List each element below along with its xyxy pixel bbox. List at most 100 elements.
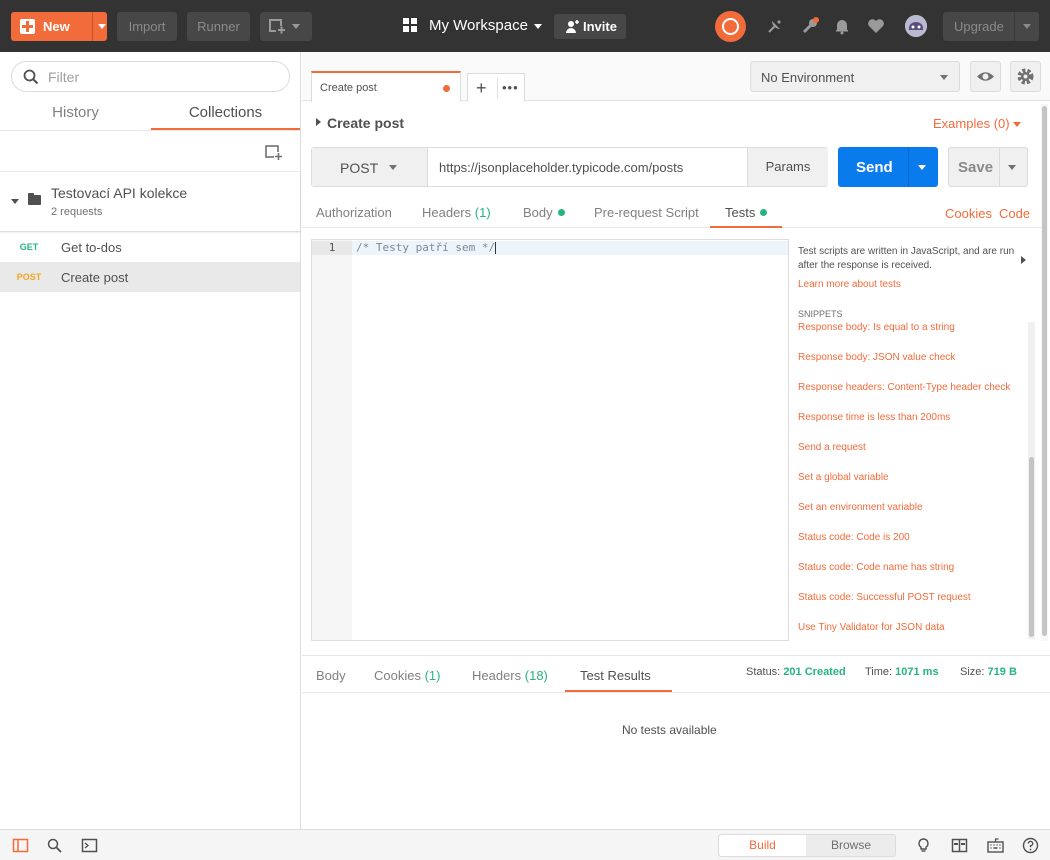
snippet-link[interactable]: Set a global variable	[798, 472, 889, 483]
filter-input[interactable]	[48, 68, 278, 86]
response-bar: Body Cookies (1) Headers (18) Test Resul…	[302, 655, 1050, 693]
status-value: 201 Created	[783, 666, 846, 678]
new-tab-icon[interactable]: +	[476, 79, 487, 97]
snippets-scrollbar[interactable]	[1028, 322, 1035, 639]
satellite-icon[interactable]	[766, 17, 784, 35]
divider	[497, 78, 498, 99]
snippet-link[interactable]: Use Tiny Validator for JSON data	[798, 622, 945, 633]
size-label: Size:	[960, 666, 985, 678]
request-item-create-post[interactable]: POST Create post	[0, 262, 300, 292]
main-scrollbar[interactable]	[1041, 104, 1048, 641]
tab-authorization[interactable]: Authorization	[316, 205, 392, 220]
tab-history[interactable]: History	[0, 104, 151, 130]
bootcamp-lightbulb-icon[interactable]	[915, 837, 932, 854]
snippet-link[interactable]: Status code: Code name has string	[798, 562, 954, 573]
tab-tests[interactable]: Tests	[725, 205, 768, 220]
tab-response-cookies[interactable]: Cookies (1)	[374, 668, 440, 683]
environment-select[interactable]: No Environment	[750, 61, 960, 92]
code-link[interactable]: Code	[999, 206, 1030, 221]
save-label: Save	[958, 159, 994, 176]
tests-description: Test scripts are written in JavaScript, …	[798, 246, 1015, 271]
tab-response-headers[interactable]: Headers (18)	[472, 668, 548, 683]
browse-mode-button[interactable]: Browse	[807, 835, 895, 856]
filter-field[interactable]	[11, 61, 290, 92]
send-button[interactable]: Send	[838, 147, 938, 187]
more-options-icon[interactable]: •••	[502, 80, 519, 95]
collection-item[interactable]: Testovací API kolekce 2 requests	[0, 172, 300, 232]
code-line[interactable]: /* Testy patří sem */	[352, 241, 788, 255]
scrollbar-thumb[interactable]	[1042, 106, 1047, 636]
time-value: 1071 ms	[895, 666, 939, 678]
runner-button[interactable]: Runner	[187, 12, 250, 41]
chevron-down-icon	[940, 75, 948, 80]
size-value: 719 B	[987, 666, 1017, 678]
send-divider	[908, 147, 909, 187]
manage-environments-button[interactable]	[1010, 61, 1041, 92]
tab-test-results[interactable]: Test Results	[580, 668, 651, 683]
add-user-icon	[566, 20, 579, 33]
sidebar: History Collections Testovací API kolekc…	[0, 52, 301, 829]
chevron-down-icon	[389, 165, 397, 170]
snippet-link[interactable]: Response body: JSON value check	[798, 352, 955, 363]
upgrade-button[interactable]: Upgrade	[943, 12, 1039, 41]
find-icon[interactable]	[46, 837, 63, 854]
invite-button[interactable]: Invite	[554, 14, 626, 39]
new-collection-icon[interactable]	[265, 143, 283, 160]
snippet-link[interactable]: Response body: Is equal to a string	[798, 322, 955, 333]
settings-wrench-icon[interactable]	[801, 17, 819, 35]
workspace-grid-icon[interactable]	[403, 18, 418, 33]
snippet-link[interactable]: Response time is less than 200ms	[798, 412, 950, 423]
tab-response-body[interactable]: Body	[316, 668, 346, 683]
request-name: Create post	[61, 270, 129, 285]
environment-quick-look-button[interactable]	[970, 61, 1001, 92]
toggle-sidebar-icon[interactable]	[12, 837, 29, 854]
examples-dropdown[interactable]: Examples (0)	[933, 116, 1021, 131]
workspace-switcher[interactable]: My Workspace	[429, 17, 528, 34]
two-pane-view-icon[interactable]	[951, 837, 968, 854]
help-icon[interactable]	[1022, 837, 1039, 854]
keyboard-shortcuts-icon[interactable]	[987, 837, 1004, 854]
new-window-button[interactable]	[260, 12, 312, 41]
method-label: POST	[340, 160, 379, 176]
tests-editor[interactable]: 1 /* Testy patří sem */	[311, 239, 789, 641]
params-button[interactable]: Params	[747, 148, 828, 186]
tab-create-post[interactable]: Create post	[311, 71, 461, 102]
method-select[interactable]: POST	[312, 148, 428, 186]
snippet-link[interactable]: Status code: Code is 200	[798, 532, 910, 543]
bell-icon[interactable]	[833, 17, 851, 35]
learn-more-link[interactable]: Learn more about tests	[798, 279, 901, 290]
tab-label: Headers	[472, 668, 522, 683]
chevron-down-icon[interactable]	[98, 24, 106, 29]
sync-icon[interactable]	[715, 11, 746, 42]
tab-collections[interactable]: Collections	[151, 104, 300, 130]
unsaved-indicator	[443, 85, 450, 92]
chevron-down-icon[interactable]	[1023, 24, 1031, 29]
chevron-down-icon[interactable]	[534, 24, 542, 29]
snippet-link[interactable]: Set an environment variable	[798, 502, 923, 513]
build-mode-button[interactable]: Build	[719, 835, 806, 856]
tab-headers[interactable]: Headers (1)	[422, 205, 491, 220]
chevron-down-icon[interactable]	[11, 199, 19, 204]
tab-body[interactable]: Body	[523, 205, 565, 220]
collapse-panel-icon[interactable]	[1021, 256, 1026, 264]
tab-pre-request-script[interactable]: Pre-request Script	[594, 205, 699, 220]
request-title[interactable]: Create post	[316, 115, 404, 131]
chevron-down-icon[interactable]	[1008, 165, 1016, 170]
snippet-link[interactable]: Response headers: Content-Type header ch…	[798, 382, 1010, 393]
chevron-down-icon[interactable]	[918, 165, 926, 170]
avatar[interactable]	[905, 15, 927, 37]
new-button[interactable]: New	[11, 12, 107, 41]
top-bar: New Import Runner My Workspace Invite Up…	[0, 0, 1050, 52]
scrollbar-thumb[interactable]	[1029, 457, 1034, 637]
snippet-link[interactable]: Send a request	[798, 442, 866, 453]
tab-label: Cookies	[374, 668, 421, 683]
import-button[interactable]: Import	[117, 12, 177, 41]
snippet-link[interactable]: Status code: Successful POST request	[798, 592, 971, 603]
console-icon[interactable]	[81, 837, 98, 854]
cookies-link[interactable]: Cookies	[945, 206, 992, 221]
url-input[interactable]: https://jsonplaceholder.typicode.com/pos…	[429, 148, 746, 186]
save-button[interactable]: Save	[948, 147, 1028, 187]
new-button-label: New	[43, 19, 70, 34]
heart-icon[interactable]	[867, 17, 885, 35]
request-item-get-todos[interactable]: GET Get to-dos	[0, 232, 300, 262]
